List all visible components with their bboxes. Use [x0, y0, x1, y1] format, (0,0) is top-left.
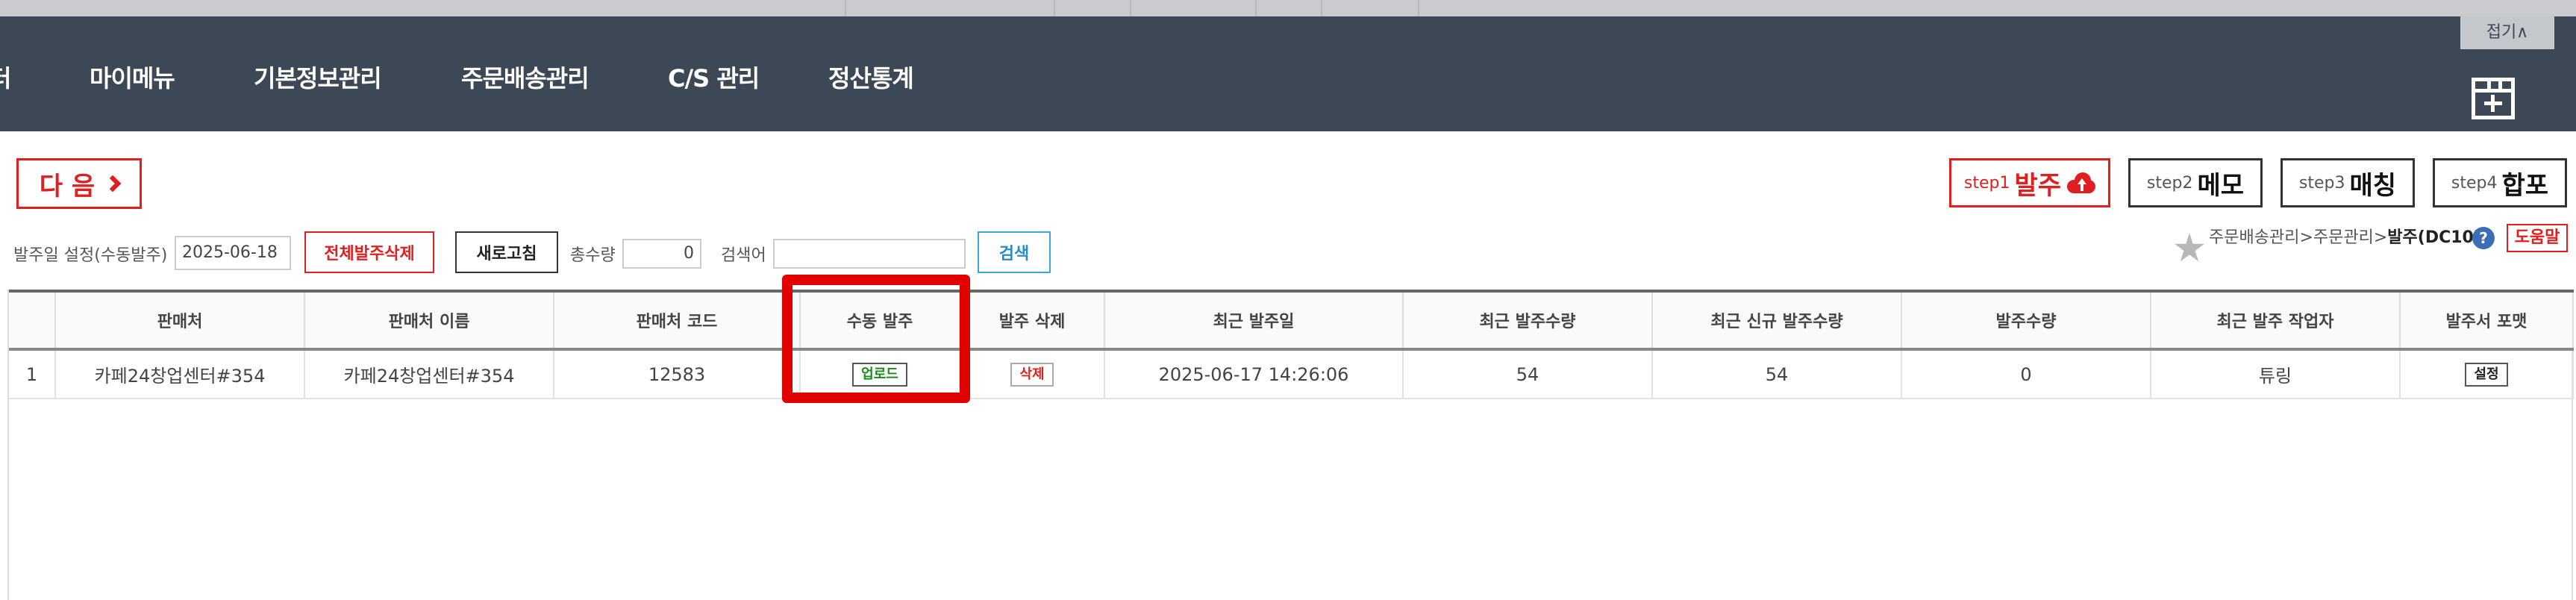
search-button[interactable]: 검색: [978, 231, 1051, 273]
step-title: 발주: [2014, 170, 2062, 201]
cell-order-delete: 삭제: [960, 349, 1105, 399]
total-qty-field[interactable]: 0: [622, 239, 701, 269]
col-header-order-format[interactable]: 발주서 포맷: [2400, 290, 2574, 351]
table-row: 1 카페24창업센터#354 카페24창업센터#354 12583 업로드 삭제…: [9, 349, 2574, 399]
next-button-label: 다 음: [39, 171, 96, 201]
cell-last-order-date: 2025-06-17 14:26:06: [1104, 349, 1404, 399]
step-label: step2: [2146, 173, 2193, 193]
tab-divider: [1130, 0, 1131, 16]
step-title: 메모: [2197, 170, 2245, 201]
order-table: 판매처 판매처 이름 판매처 코드 수동 발주 발주 삭제 최근 발주일 최근 …: [9, 290, 2574, 399]
nav-item-partial[interactable]: 터: [0, 60, 11, 94]
nav-item-my-menu[interactable]: 마이메뉴: [90, 60, 175, 94]
highlight-box: [782, 275, 970, 403]
col-header-last-order-qty[interactable]: 최근 발주수량: [1403, 290, 1653, 351]
col-header-last-new-order-qty[interactable]: 최근 신규 발주수량: [1652, 290, 1902, 351]
cell-seller-code: 12583: [554, 349, 801, 399]
step4-merge-button[interactable]: step4 합포: [2433, 158, 2567, 207]
cell-seller-name: 카페24창업센터#354: [304, 349, 554, 399]
refresh-button[interactable]: 새로고침: [455, 231, 558, 273]
nav-item-order-shipping[interactable]: 주문배송관리: [461, 60, 590, 94]
grid-add-icon[interactable]: [2472, 78, 2515, 119]
step-title: 매칭: [2349, 170, 2397, 201]
date-setting-label: 발주일 설정(수동발주): [13, 246, 168, 265]
col-header-no: [9, 290, 56, 351]
nav-item-cs[interactable]: C/S 관리: [668, 60, 760, 94]
col-header-seller-name[interactable]: 판매처 이름: [304, 290, 554, 351]
nav-item-basic-info[interactable]: 기본정보관리: [254, 60, 382, 94]
chevron-right-icon: [104, 175, 122, 193]
cell-seller: 카페24창업센터#354: [55, 349, 305, 399]
tab-divider: [1321, 0, 1322, 16]
help-button[interactable]: 도움말: [2507, 224, 2568, 252]
order-table-container: 판매처 판매처 이름 판매처 코드 수동 발주 발주 삭제 최근 발주일 최근 …: [7, 290, 2574, 600]
top-tab-strip: [0, 0, 2576, 16]
tab-divider: [1054, 0, 1055, 16]
total-qty-label: 총수량: [570, 246, 616, 265]
cell-last-new-order-qty: 54: [1652, 349, 1902, 399]
breadcrumb: 주문배송관리>주문관리>발주(DC10): [2209, 224, 2481, 248]
step2-memo-button[interactable]: step2 메모: [2128, 158, 2263, 207]
col-header-last-order-date[interactable]: 최근 발주일: [1104, 290, 1404, 351]
col-header-order-delete[interactable]: 발주 삭제: [960, 290, 1105, 351]
col-header-order-qty[interactable]: 발주수량: [1901, 290, 2151, 351]
format-settings-button[interactable]: 설정: [2465, 363, 2508, 387]
step3-matching-button[interactable]: step3 매칭: [2280, 158, 2415, 207]
cell-order-qty: 0: [1901, 349, 2151, 399]
main-navbar: 터 마이메뉴 기본정보관리 주문배송관리 C/S 관리 정산통계: [0, 16, 2576, 131]
step-label: step4: [2451, 173, 2498, 193]
table-header-row: 판매처 판매처 이름 판매처 코드 수동 발주 발주 삭제 최근 발주일 최근 …: [9, 290, 2574, 351]
upload-cloud-icon: [2067, 172, 2096, 193]
step1-order-button[interactable]: step1 발주: [1949, 158, 2110, 207]
col-header-last-worker[interactable]: 최근 발주 작업자: [2151, 290, 2401, 351]
search-label: 검색어: [721, 246, 766, 265]
col-header-seller[interactable]: 판매처: [55, 290, 305, 351]
fold-button[interactable]: 접기∧: [2460, 16, 2554, 49]
delete-button[interactable]: 삭제: [1010, 363, 1054, 387]
search-input[interactable]: [773, 239, 966, 269]
tab-divider: [845, 0, 846, 16]
col-header-seller-code[interactable]: 판매처 코드: [554, 290, 801, 351]
order-date-input[interactable]: 2025-06-18: [175, 236, 291, 270]
tab-divider: [1255, 0, 1257, 16]
cell-order-format: 설정: [2400, 349, 2574, 399]
cell-last-worker: 튜링: [2151, 349, 2401, 399]
delete-all-orders-button[interactable]: 전체발주삭제: [304, 231, 434, 273]
step-title: 합포: [2501, 170, 2549, 201]
next-button[interactable]: 다 음: [16, 158, 142, 209]
nav-item-settlement[interactable]: 정산통계: [828, 60, 914, 94]
star-icon[interactable]: [2174, 233, 2205, 262]
breadcrumb-path: 주문배송관리>주문관리>: [2209, 228, 2388, 247]
tab-divider: [1418, 0, 1419, 16]
step-label: step1: [1963, 173, 2010, 193]
help-icon[interactable]: ?: [2472, 227, 2495, 249]
step-label: step3: [2298, 173, 2345, 193]
breadcrumb-current: 발주(DC10): [2387, 228, 2481, 247]
row-number: 1: [9, 349, 56, 399]
cell-last-order-qty: 54: [1403, 349, 1653, 399]
